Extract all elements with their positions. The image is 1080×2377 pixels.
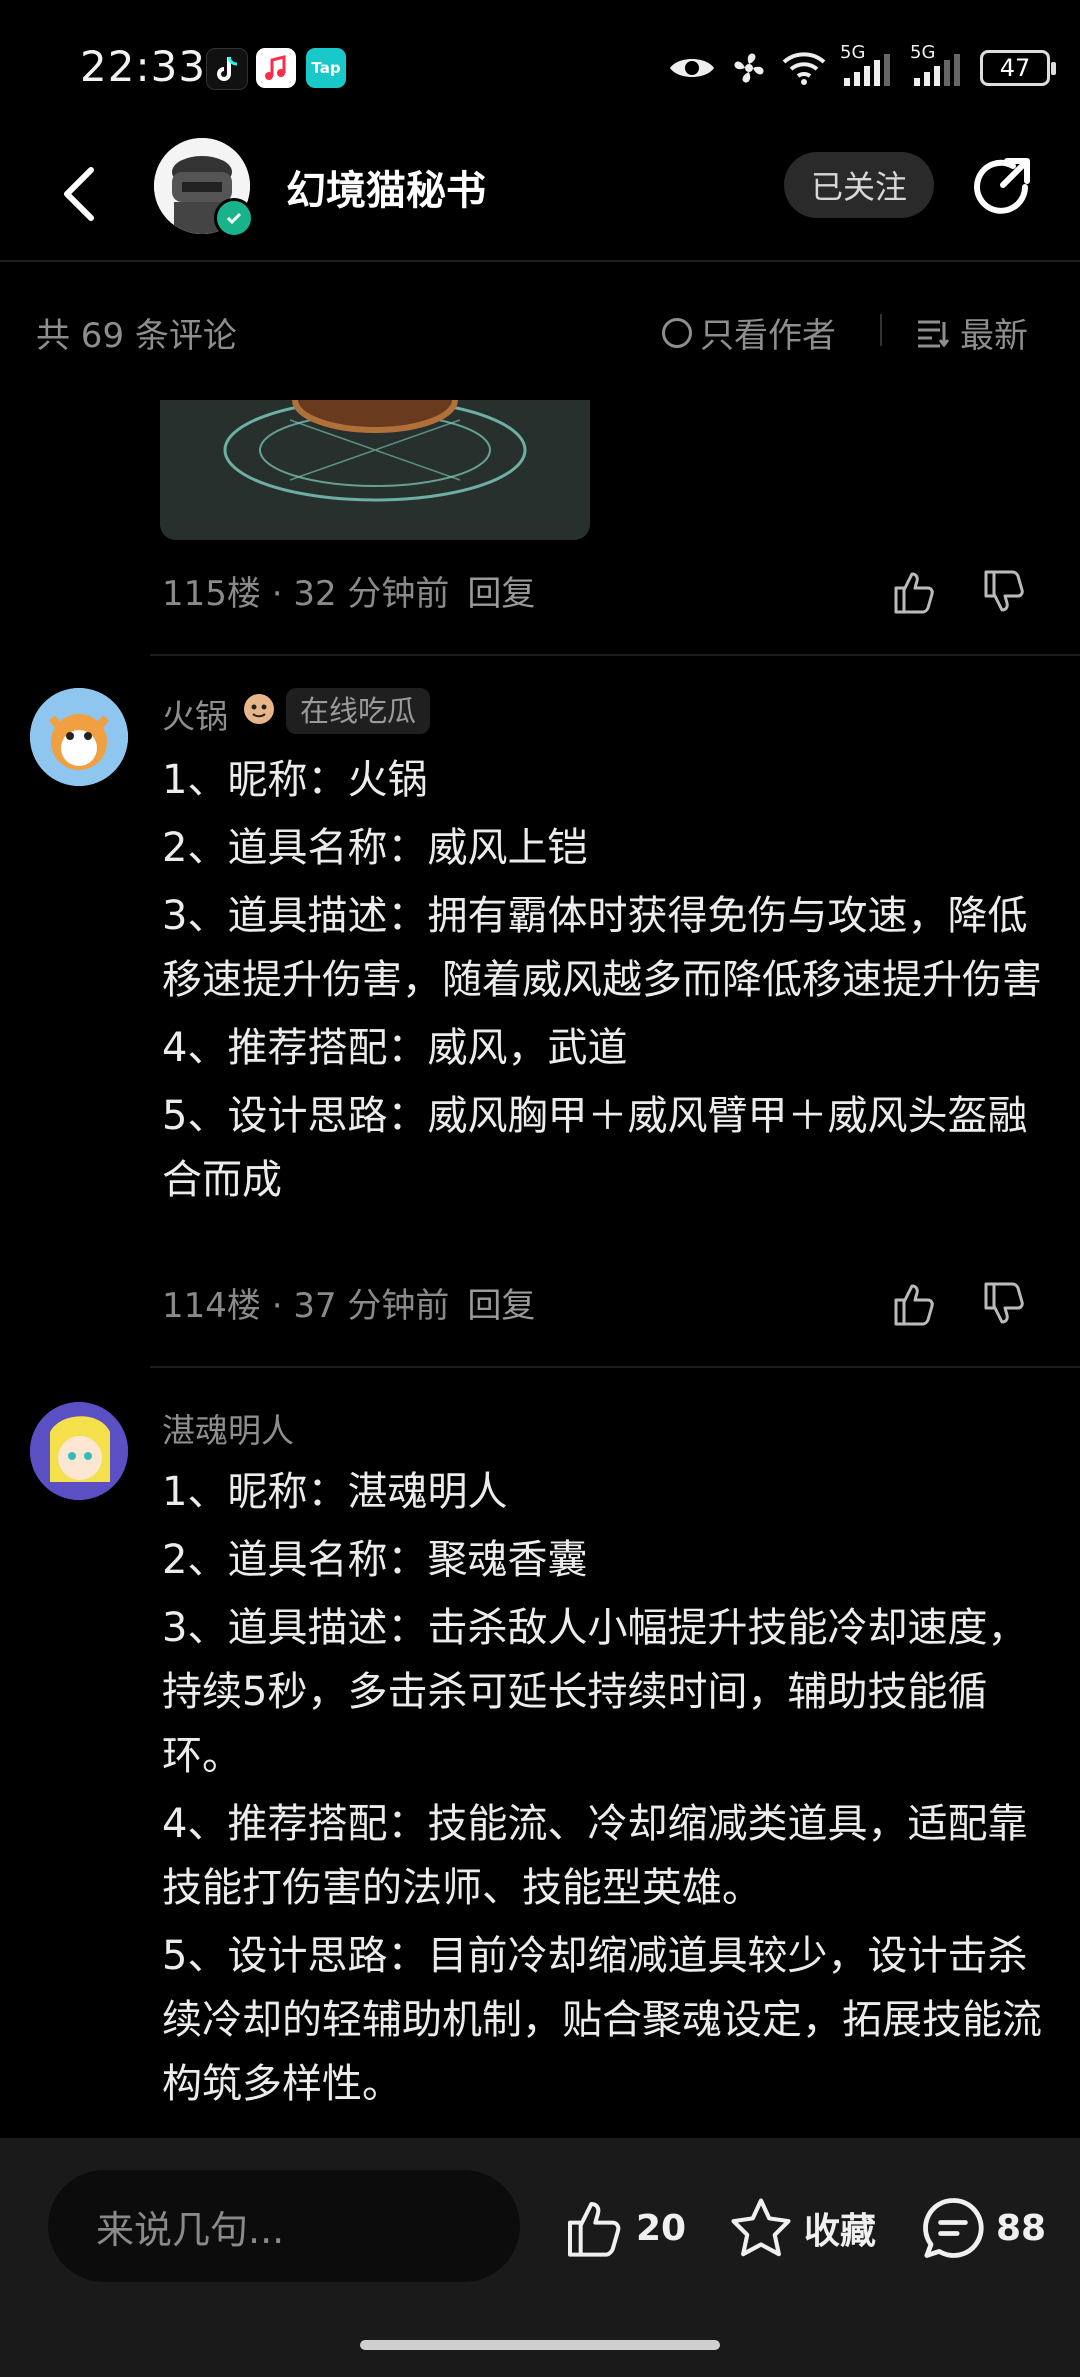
- back-button[interactable]: [44, 154, 114, 234]
- author-name[interactable]: 幻境猫秘书: [286, 158, 486, 216]
- user-badge: 在线吃瓜: [286, 688, 431, 734]
- post-like-button[interactable]: 20: [562, 2178, 686, 2278]
- music-icon: [256, 48, 296, 88]
- status-bar: 22:33 Tap 5G 5G 47: [0, 0, 1080, 130]
- tiktok-icon: [206, 48, 248, 90]
- network-label-2: 5G: [910, 42, 936, 63]
- floor-number: 115楼: [162, 574, 261, 614]
- comment-line: 5、设计思路：威风胸甲＋威风臂甲＋威风头盔融合而成: [162, 1093, 1028, 1203]
- header: 幻境猫秘书 已关注: [0, 130, 1080, 260]
- signal-5g-icon: 5G: [840, 42, 896, 88]
- eye-icon: [670, 59, 714, 77]
- user-name[interactable]: 湛魂明人: [162, 1404, 294, 1452]
- thumbs-up-icon: [568, 2202, 621, 2257]
- comment-time: 37 分钟前: [293, 1286, 450, 1326]
- wifi-icon: [782, 52, 826, 85]
- comment-meta: 115楼 · 32 分钟前 回复: [162, 574, 536, 614]
- comment-line: 2、道具名称：威风上铠: [162, 825, 588, 871]
- author-only-label: 只看作者: [700, 316, 836, 356]
- share-icon: [974, 158, 1030, 214]
- thumbs-up-icon: [894, 1284, 934, 1326]
- like-button[interactable]: [886, 564, 942, 620]
- comment-line: 1、昵称：火锅: [162, 757, 428, 803]
- radio-circle-icon: [662, 317, 692, 348]
- comment-body: 1、昵称：湛魂明人 2、道具名称：聚魂香囊 3、道具描述：击杀敌人小幅提升技能冷…: [162, 1460, 1042, 2120]
- favorite-button[interactable]: 收藏: [728, 2178, 876, 2278]
- battery-indicator: 47: [980, 50, 1056, 86]
- comments-toolbar: 共 69 条评论 只看作者 最新: [0, 262, 1080, 400]
- dislike-button[interactable]: [976, 1276, 1032, 1332]
- floor-number: 114楼: [162, 1286, 261, 1326]
- comment-image[interactable]: [160, 400, 590, 540]
- author-only-toggle[interactable]: 只看作者: [662, 308, 836, 357]
- comment-line: 3、道具描述：击杀敌人小幅提升技能冷却速度，持续5秒，多击杀可延长持续时间，辅助…: [162, 1605, 1028, 1779]
- fan-icon: [734, 53, 764, 83]
- comment-total: 88: [996, 2207, 1047, 2249]
- status-indicators: 5G 5G 47: [668, 40, 1056, 96]
- comment-line: 1、昵称：湛魂明人: [162, 1469, 508, 1515]
- comments-button[interactable]: 88: [920, 2178, 1046, 2278]
- chevron-left-icon: [64, 167, 94, 221]
- comment-line: 4、推荐搭配：威风，武道: [162, 1025, 628, 1071]
- comment-line: 4、推荐搭配：技能流、冷却缩减类道具，适配靠技能打伤害的法师、技能型英雄。: [162, 1801, 1028, 1911]
- network-label: 5G: [840, 42, 866, 63]
- taptap-icon: Tap: [306, 48, 346, 88]
- comment-divider: [150, 1366, 1080, 1368]
- comment-input[interactable]: 来说几句...: [48, 2170, 520, 2282]
- user-avatar[interactable]: [30, 1402, 128, 1500]
- comment-meta: 114楼 · 37 分钟前 回复: [162, 1286, 536, 1326]
- comment-list: 115楼 · 32 分钟前 回复 火锅 在线吃瓜 1、昵称：火锅 2、道具名称：威…: [0, 400, 1080, 2138]
- reply-button[interactable]: 回复: [467, 1286, 535, 1326]
- star-icon: [731, 2198, 791, 2257]
- comment-line: 2、道具名称：聚魂香囊: [162, 1537, 588, 1583]
- share-button[interactable]: [964, 150, 1040, 226]
- dislike-button[interactable]: [976, 564, 1032, 620]
- user-name[interactable]: 火锅: [162, 690, 228, 738]
- reply-button[interactable]: 回复: [467, 574, 535, 614]
- comment-count: 共 69 条评论: [36, 316, 237, 356]
- bottom-action-bar: 来说几句... 20 收藏 88: [0, 2138, 1080, 2377]
- thumbs-down-icon: [984, 570, 1024, 612]
- comment-line: 5、设计思路：目前冷却缩减道具较少，设计击杀续冷却的轻辅助机制，贴合聚魂设定，拓…: [162, 1933, 1042, 2107]
- home-indicator[interactable]: [360, 2340, 720, 2350]
- status-time: 22:33: [80, 42, 207, 91]
- comment-body: 1、昵称：火锅 2、道具名称：威风上铠 3、道具描述：拥有霸体时获得免伤与攻速，…: [162, 748, 1042, 1216]
- toolbar-separator: [880, 314, 882, 346]
- favorite-label: 收藏: [804, 2211, 877, 2252]
- verified-badge-icon: [214, 198, 254, 238]
- like-count: 20: [636, 2207, 687, 2249]
- thumbs-down-icon: [984, 1282, 1024, 1324]
- user-emoji-icon: [242, 692, 276, 726]
- like-button[interactable]: [886, 1276, 942, 1332]
- comment-bubble-icon: [923, 2198, 984, 2258]
- comment-line: 3、道具描述：拥有霸体时获得免伤与攻速，降低移速提升伤害，随着威风越多而降低移速…: [162, 893, 1042, 1003]
- comment-divider: [150, 654, 1080, 656]
- user-avatar[interactable]: [30, 688, 128, 786]
- sort-label: 最新: [960, 316, 1028, 356]
- follow-button[interactable]: 已关注: [784, 152, 934, 218]
- sort-list-icon: [918, 320, 950, 347]
- battery-level: 47: [999, 54, 1031, 82]
- signal-5g-icon-2: 5G: [910, 42, 966, 88]
- comment-time: 32 分钟前: [293, 574, 450, 614]
- thumbs-up-icon: [894, 572, 934, 614]
- sort-button[interactable]: 最新: [916, 308, 1028, 357]
